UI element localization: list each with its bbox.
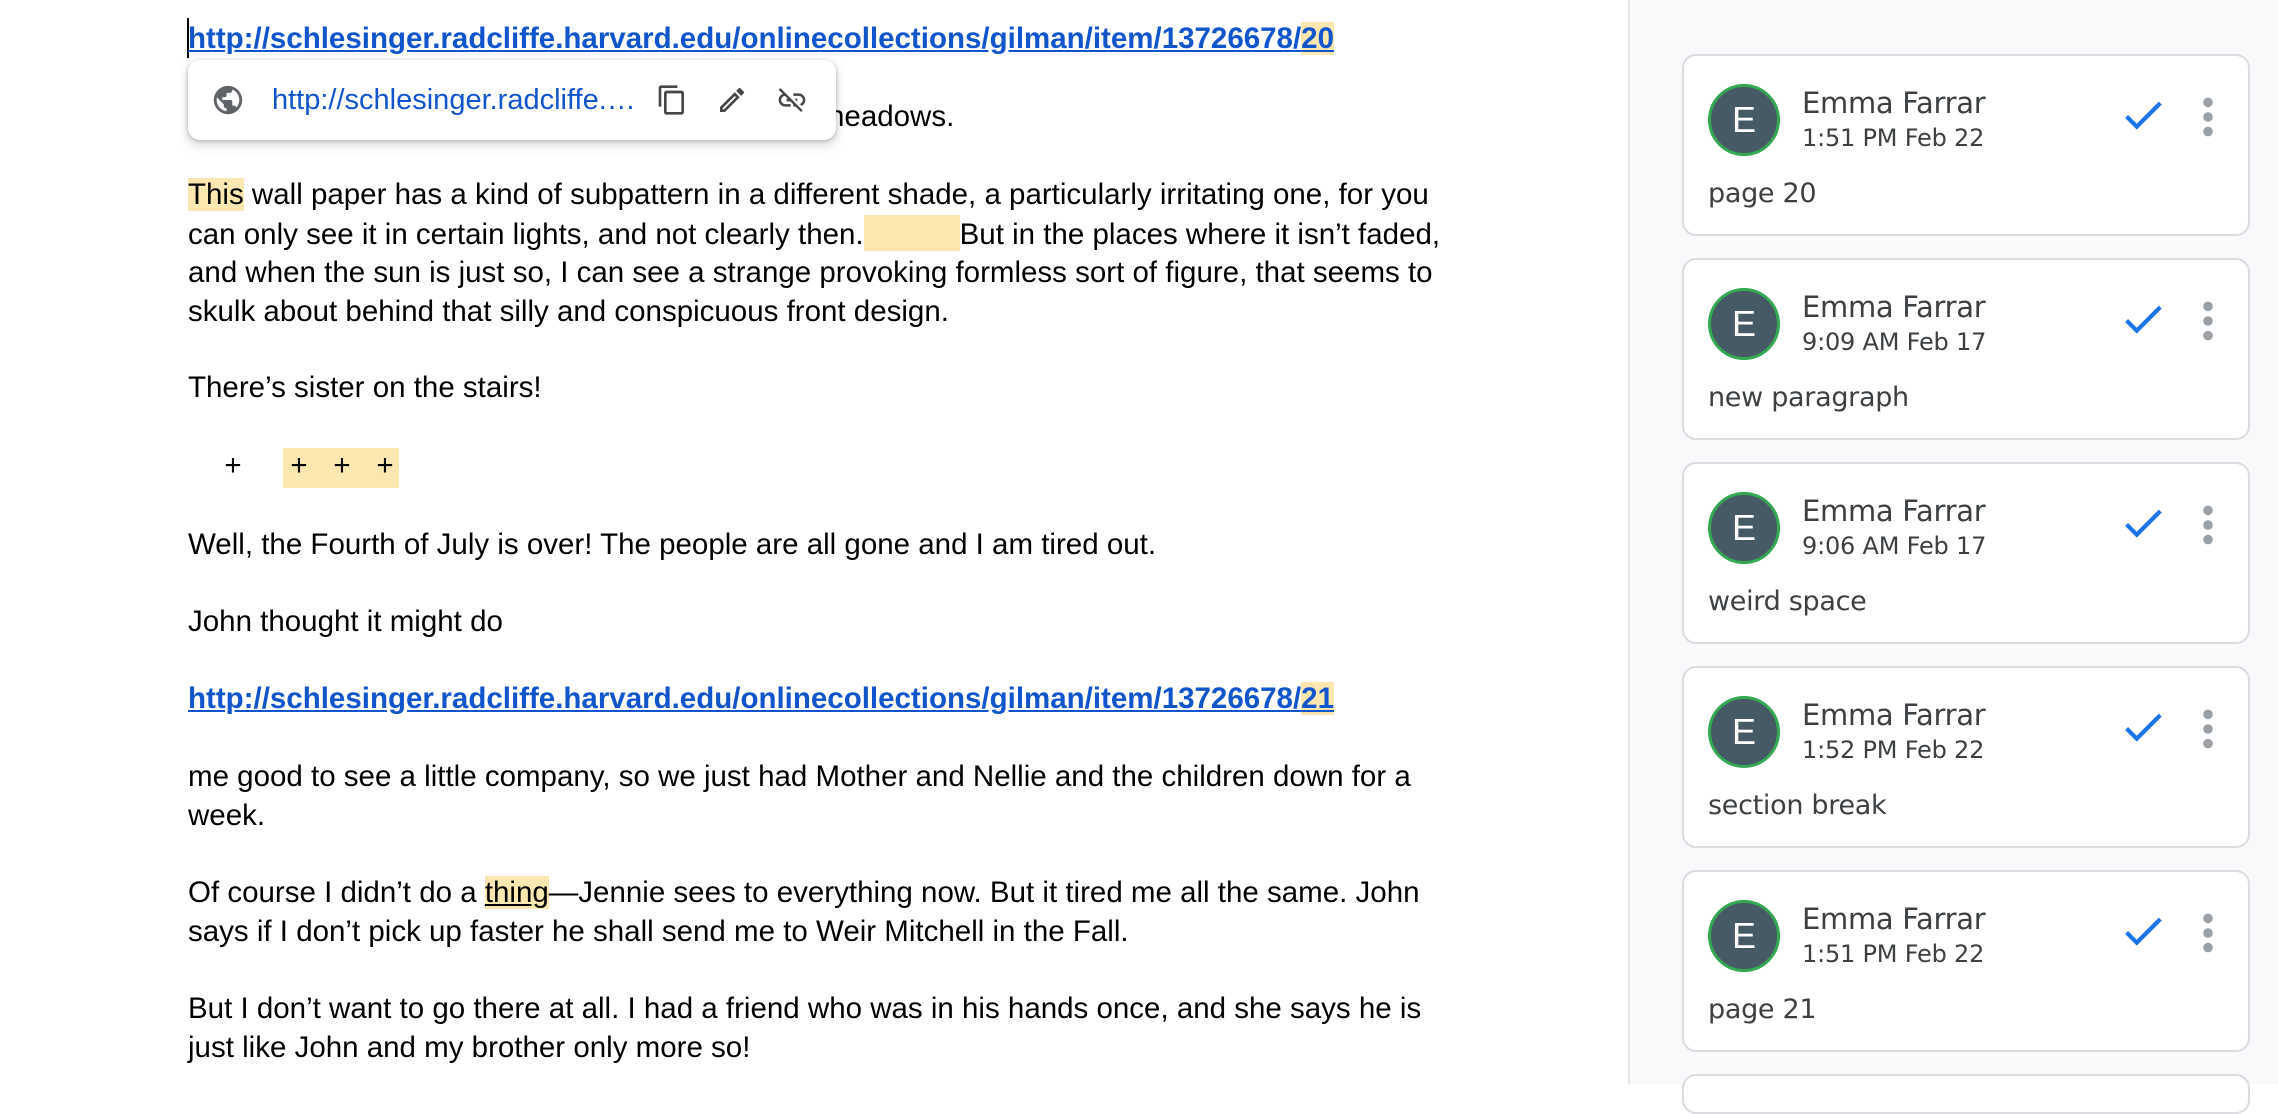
edit-icon[interactable] bbox=[712, 80, 752, 120]
comment-timestamp: 9:09 AM Feb 17 bbox=[1802, 328, 1987, 356]
paragraph-sister: There’s sister on the stairs! bbox=[188, 371, 542, 404]
avatar: E bbox=[1708, 696, 1780, 768]
link-page-21-prefix: http://schlesinger.radcliffe.harvard.edu… bbox=[188, 682, 1302, 715]
partial-line-tail: neadows. bbox=[828, 100, 955, 133]
avatar: E bbox=[1708, 900, 1780, 972]
document-page[interactable]: http://schlesinger.radcliffe.harvard.edu… bbox=[0, 0, 1628, 1084]
link-page-21-suffix: 21 bbox=[1301, 682, 1334, 715]
comment-text: new paragraph bbox=[1708, 382, 1909, 413]
comment-author: Emma Farrar bbox=[1802, 902, 1986, 936]
comment-author: Emma Farrar bbox=[1802, 86, 1986, 120]
link-page-21[interactable]: http://schlesinger.radcliffe.harvard.edu… bbox=[188, 680, 1458, 719]
more-options-icon[interactable] bbox=[2198, 296, 2218, 346]
paragraph-of-course-before: Of course I didn’t do a bbox=[188, 876, 485, 909]
comment-text: section break bbox=[1708, 790, 1887, 821]
section-break-mark: + bbox=[224, 449, 242, 482]
resolve-check-icon[interactable] bbox=[2118, 906, 2168, 956]
more-options-icon[interactable] bbox=[2198, 704, 2218, 754]
comment-card[interactable]: E Emma Farrar 1:51 PM Feb 22 page 21 bbox=[1682, 870, 2250, 1052]
link-preview-popup: http://schlesinger.radcliffe.harvard.edu… bbox=[188, 60, 836, 140]
link-url-text[interactable]: http://schlesinger.radcliffe.harvard.edu… bbox=[272, 80, 642, 120]
resolve-check-icon[interactable] bbox=[2118, 90, 2168, 140]
comment-timestamp: 1:51 PM Feb 22 bbox=[1802, 940, 1985, 968]
more-options-icon[interactable] bbox=[2198, 500, 2218, 550]
comment-card[interactable]: E Emma Farrar 9:06 AM Feb 17 weird space bbox=[1682, 462, 2250, 644]
paragraph-of-course: Of course I didn’t do a thing—Jennie see… bbox=[188, 874, 1438, 951]
comment-card[interactable]: E Emma Farrar 1:52 PM Feb 22 section bre… bbox=[1682, 666, 2250, 848]
resolve-check-icon[interactable] bbox=[2118, 702, 2168, 752]
comment-text: page 21 bbox=[1708, 994, 1817, 1025]
comment-author: Emma Farrar bbox=[1802, 494, 1986, 528]
resolve-check-icon[interactable] bbox=[2118, 294, 2168, 344]
comment-timestamp: 1:51 PM Feb 22 bbox=[1802, 124, 1985, 152]
comment-text: weird space bbox=[1708, 586, 1867, 617]
comment-card[interactable]: E Emma Farrar 9:09 AM Feb 17 new paragra… bbox=[1682, 258, 2250, 440]
unlink-icon[interactable] bbox=[772, 80, 812, 120]
avatar: E bbox=[1708, 492, 1780, 564]
link-page-21-anchor[interactable]: http://schlesinger.radcliffe.harvard.edu… bbox=[188, 682, 1334, 715]
section-break-mark: + bbox=[333, 449, 351, 482]
paragraph-john-thought: John thought it might do bbox=[188, 605, 503, 638]
paragraph-wallpaper: This wall paper has a kind of subpattern… bbox=[188, 176, 1458, 331]
link-page-20-anchor[interactable]: http://schlesinger.radcliffe.harvard.edu… bbox=[188, 22, 1334, 55]
comment-card-partial[interactable] bbox=[1682, 1074, 2250, 1114]
link-page-20-prefix: http://schlesinger.radcliffe.harvard.edu… bbox=[188, 22, 1302, 55]
comment-timestamp: 9:06 AM Feb 17 bbox=[1802, 532, 1987, 560]
copy-icon[interactable] bbox=[652, 80, 692, 120]
globe-icon bbox=[208, 80, 248, 120]
section-break-mark: + bbox=[290, 449, 308, 482]
comment-timestamp: 1:52 PM Feb 22 bbox=[1802, 736, 1985, 764]
highlight-thing[interactable]: thing bbox=[484, 876, 549, 909]
weird-space-highlight[interactable] bbox=[863, 214, 960, 251]
avatar: E bbox=[1708, 84, 1780, 156]
link-page-20[interactable]: http://schlesinger.radcliffe.harvard.edu… bbox=[188, 20, 1458, 59]
resolve-check-icon[interactable] bbox=[2118, 498, 2168, 548]
comment-text: page 20 bbox=[1708, 178, 1817, 209]
comment-author: Emma Farrar bbox=[1802, 290, 1986, 324]
comment-author: Emma Farrar bbox=[1802, 698, 1986, 732]
more-options-icon[interactable] bbox=[2198, 908, 2218, 958]
paragraph-fourth-of-july: Well, the Fourth of July is over! The pe… bbox=[188, 528, 1157, 561]
more-options-icon[interactable] bbox=[2198, 92, 2218, 142]
highlight-this[interactable]: This bbox=[188, 178, 244, 211]
comments-sidebar: E Emma Farrar 1:51 PM Feb 22 page 20 E E… bbox=[1628, 0, 2278, 1114]
comment-card[interactable]: E Emma Farrar 1:51 PM Feb 22 page 20 bbox=[1682, 54, 2250, 236]
section-break-mark: + bbox=[376, 449, 394, 482]
paragraph-dont-want: But I don’t want to go there at all. I h… bbox=[188, 992, 1430, 1064]
avatar: E bbox=[1708, 288, 1780, 360]
link-page-20-suffix: 20 bbox=[1301, 22, 1334, 55]
paragraph-company: me good to see a little company, so we j… bbox=[188, 760, 1419, 832]
